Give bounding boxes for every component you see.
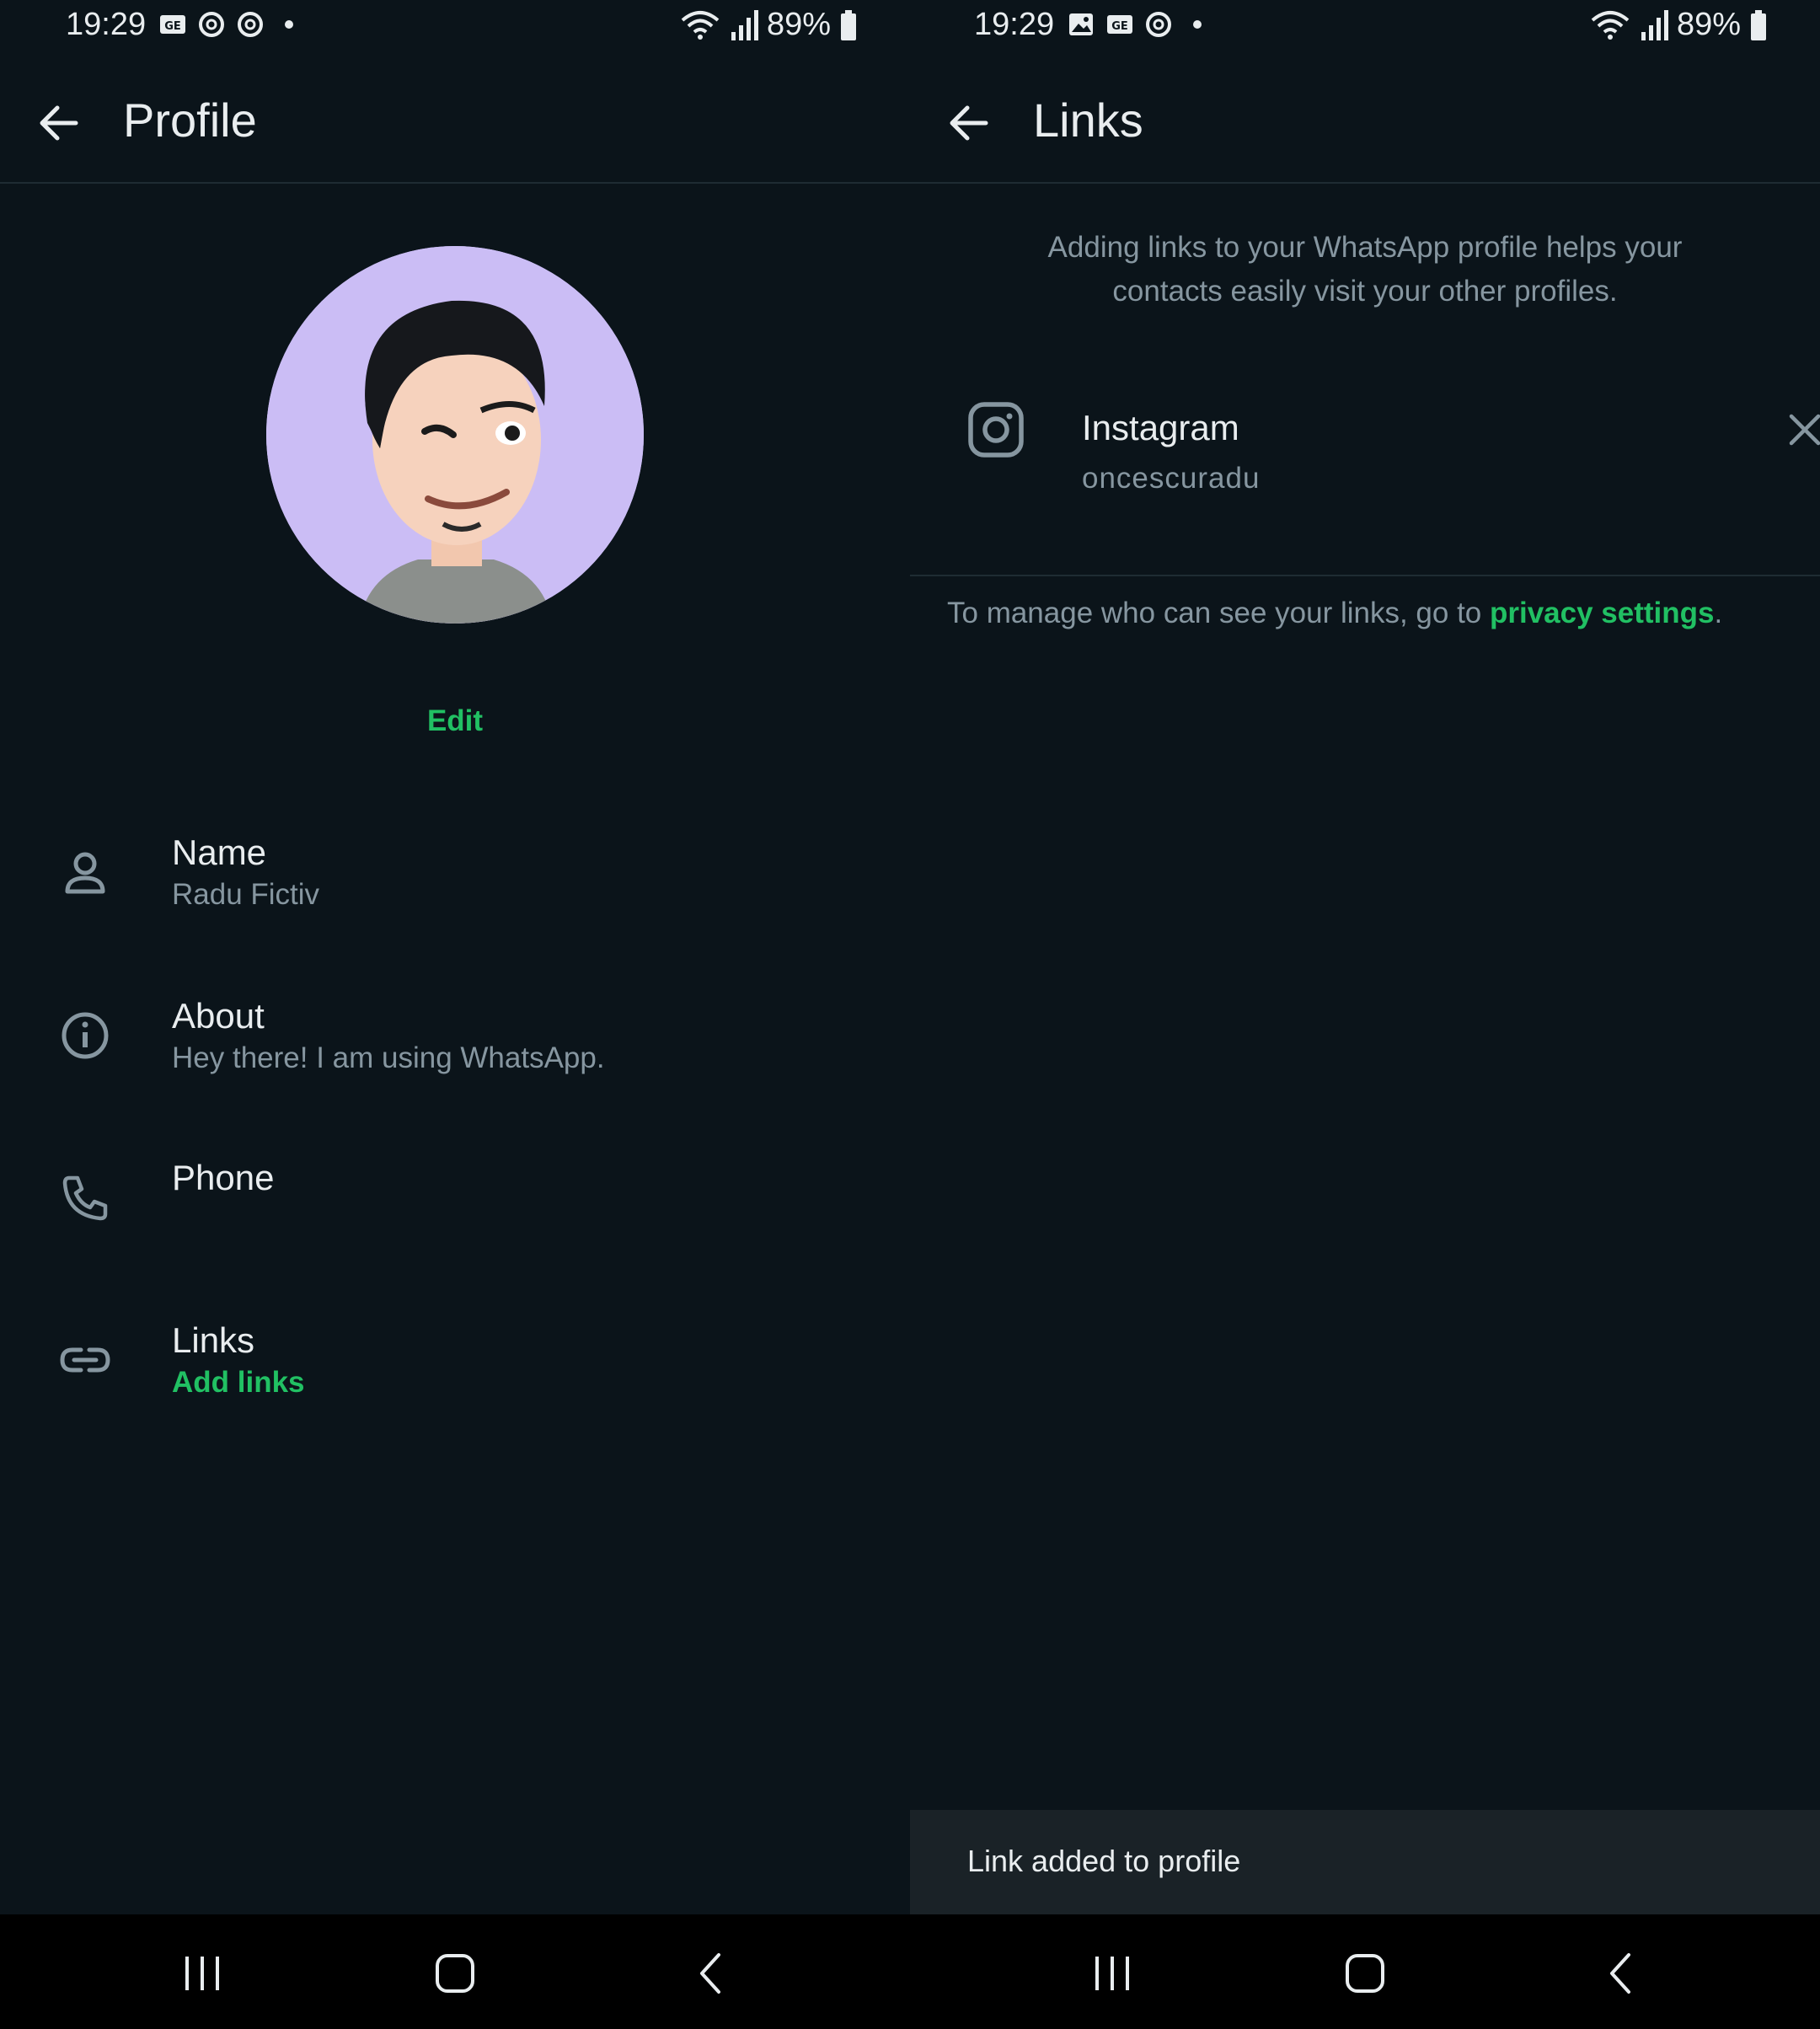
- svg-text:GE: GE: [164, 20, 181, 33]
- battery-percent: 89%: [767, 7, 832, 42]
- links-intro-text: Adding links to your WhatsApp profile he…: [1047, 231, 1683, 308]
- dot-icon: [285, 20, 293, 29]
- status-time: 19:29: [974, 7, 1055, 42]
- phone-row[interactable]: Phone: [0, 1148, 910, 1274]
- info-icon: [62, 1012, 109, 1059]
- wifi-icon: [1591, 10, 1630, 40]
- battery-icon: [841, 9, 857, 40]
- name-value: Radu Fictiv: [172, 878, 320, 911]
- app-bar: Links: [910, 72, 1820, 184]
- link-icon: [60, 1347, 110, 1373]
- back-icon[interactable]: [687, 1948, 737, 1999]
- threads-icon: [199, 12, 224, 37]
- page-title: Links: [1033, 94, 1143, 147]
- links-row[interactable]: Links Add links: [0, 1310, 910, 1437]
- avatar[interactable]: [266, 246, 644, 624]
- about-value: Hey there! I am using WhatsApp.: [172, 1041, 605, 1074]
- recent-apps-icon[interactable]: [1087, 1948, 1138, 1999]
- threads-icon: [238, 12, 263, 37]
- signal-icon: [731, 9, 758, 40]
- link-platform-name: Instagram: [1082, 408, 1239, 447]
- battery-icon: [1751, 9, 1767, 40]
- instagram-link-item[interactable]: Instagram oncescuradu: [910, 371, 1820, 506]
- about-label: About: [172, 996, 265, 1036]
- snackbar-message: Link added to profile: [967, 1844, 1241, 1878]
- system-nav-bar: [0, 1914, 1820, 2029]
- snackbar: Link added to profile: [910, 1810, 1820, 1914]
- name-row[interactable]: Name Radu Fictiv: [0, 822, 910, 949]
- links-screen: 19:29 GE 89% Links Adding links to your …: [910, 0, 1820, 1914]
- add-links-button[interactable]: Add links: [172, 1366, 305, 1400]
- link-username: oncescuradu: [1082, 462, 1261, 495]
- app-bar: Profile: [0, 72, 910, 184]
- recent-apps-icon[interactable]: [177, 1948, 228, 1999]
- threads-icon: [1146, 12, 1171, 37]
- status-bar: 19:29 GE 89%: [910, 0, 1820, 56]
- phone-icon: [62, 1175, 108, 1221]
- wifi-icon: [681, 10, 720, 40]
- back-arrow-icon[interactable]: [34, 98, 84, 148]
- phone-label: Phone: [172, 1158, 275, 1197]
- page-title: Profile: [123, 94, 257, 147]
- profile-screen: 19:29 GE 89% Profile Edit Name Radu Fict…: [0, 0, 910, 1914]
- instagram-icon: [968, 402, 1024, 458]
- status-bar: 19:29 GE 89%: [0, 0, 910, 56]
- privacy-settings-link[interactable]: privacy settings: [1490, 597, 1715, 629]
- person-icon: [65, 852, 105, 894]
- dot-icon: [1193, 20, 1202, 29]
- links-label: Links: [172, 1320, 255, 1360]
- back-arrow-icon[interactable]: [944, 98, 994, 148]
- home-icon[interactable]: [1340, 1948, 1390, 1999]
- edit-avatar-button[interactable]: Edit: [0, 704, 910, 738]
- avatar-illustration: [266, 246, 644, 624]
- privacy-hint: To manage who can see your links, go to …: [947, 597, 1723, 629]
- home-icon[interactable]: [430, 1948, 480, 1999]
- news-notification-icon: GE: [160, 15, 185, 34]
- news-notification-icon: GE: [1107, 15, 1132, 34]
- status-time: 19:29: [66, 7, 147, 42]
- name-label: Name: [172, 832, 267, 872]
- signal-icon: [1641, 9, 1668, 40]
- image-notification-icon: [1069, 13, 1093, 35]
- divider: [910, 575, 1820, 576]
- close-icon[interactable]: [1786, 411, 1820, 448]
- battery-percent: 89%: [1677, 7, 1742, 42]
- about-row[interactable]: About Hey there! I am using WhatsApp.: [0, 986, 910, 1112]
- back-icon[interactable]: [1597, 1948, 1647, 1999]
- svg-text:GE: GE: [1111, 20, 1128, 33]
